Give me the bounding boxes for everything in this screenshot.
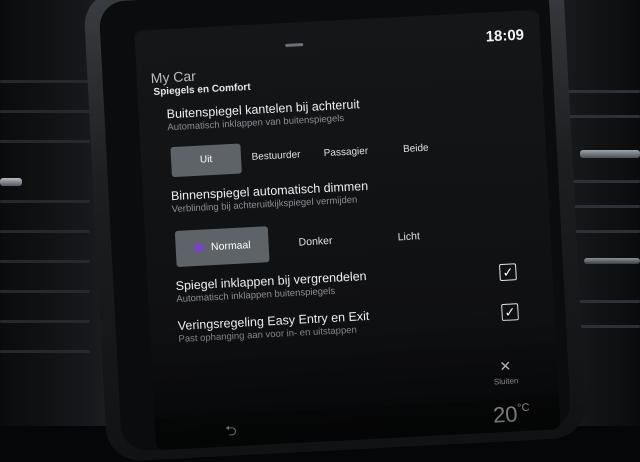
option-passagier[interactable]: Passagier: [310, 136, 381, 170]
pull-down-handle[interactable]: [285, 43, 304, 48]
vent-knob-right: [580, 150, 640, 158]
auto-dim-selector: Normaal Donker Licht: [174, 216, 457, 267]
option-licht[interactable]: Licht: [361, 216, 456, 257]
fold-on-lock-checkbox[interactable]: ✓: [498, 263, 517, 282]
setting-auto-dim: Binnenspiegel automatisch dimmen Verblin…: [171, 172, 492, 215]
temperature-readout[interactable]: 20°C: [492, 401, 530, 429]
air-vent-left: [0, 60, 95, 390]
mirror-tilt-selector: Uit Bestuurder Passagier Beide: [170, 132, 451, 178]
option-uit[interactable]: Uit: [170, 143, 242, 178]
option-bestuurder[interactable]: Bestuurder: [240, 140, 311, 174]
close-label: Sluiten: [493, 376, 519, 387]
setting-easy-entry[interactable]: Veringsregeling Easy Entry en Exit Past …: [177, 302, 498, 345]
clock: 18:09: [485, 26, 525, 46]
setting-fold-on-lock[interactable]: Spiegel inklappen bij vergrendelen Autom…: [175, 262, 496, 305]
selected-indicator-icon: [193, 242, 204, 253]
infotainment-screen: 18:09 My Car Spiegels en Comfort Buitens…: [134, 9, 561, 451]
vent-knob-right-lower: [584, 258, 640, 264]
app-title: My Car: [150, 67, 197, 87]
setting-mirror-tilt: Buitenspiegel kantelen bij achteruit Aut…: [166, 91, 487, 133]
vent-knob-left: [0, 178, 22, 186]
close-icon: ✕: [499, 357, 512, 375]
close-button[interactable]: ✕ Sluiten: [487, 357, 524, 387]
back-icon[interactable]: ⮌: [225, 420, 237, 445]
easy-entry-checkbox[interactable]: ✓: [501, 303, 519, 322]
option-donker[interactable]: Donker: [268, 221, 363, 262]
option-beide[interactable]: Beide: [380, 132, 451, 166]
option-normaal[interactable]: Normaal: [174, 226, 270, 267]
